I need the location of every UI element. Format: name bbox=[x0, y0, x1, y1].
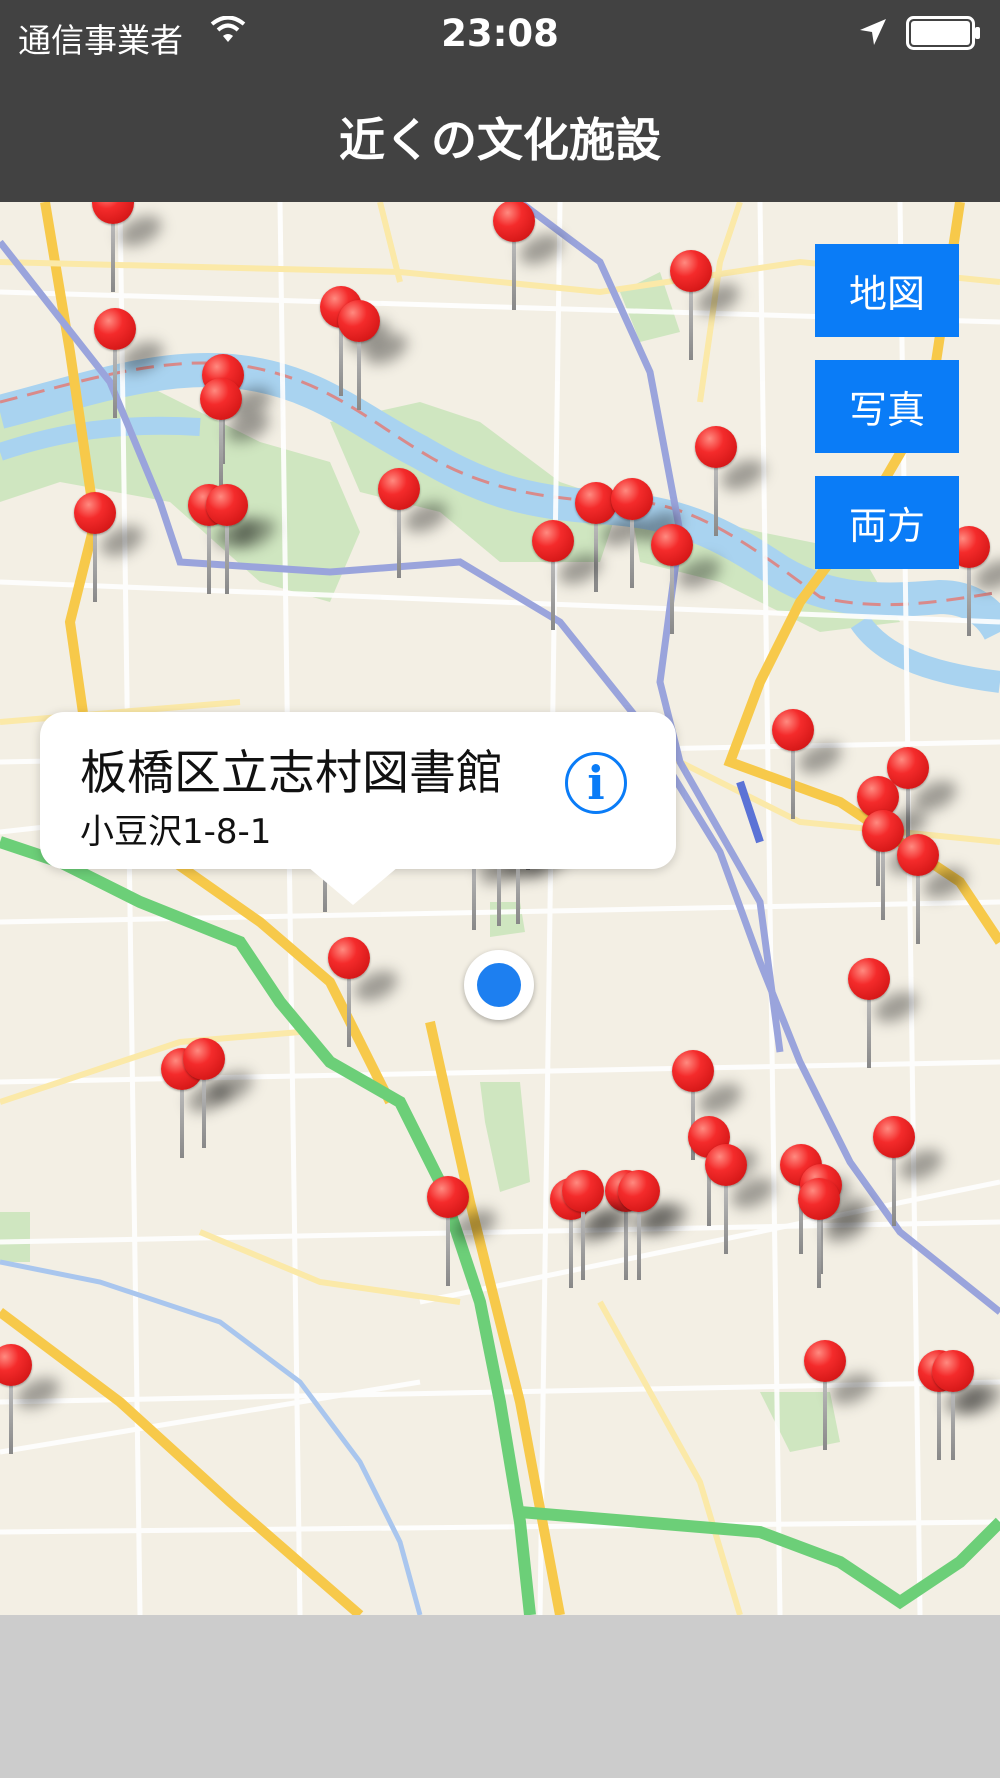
map-view[interactable]: 地図 写真 両方 板橋区立志村図書館 小豆沢1-8-1 i bbox=[0, 202, 1000, 1615]
pin-head bbox=[0, 1344, 32, 1386]
pin-head bbox=[695, 426, 737, 468]
facility-address: 小豆沢1-8-1 bbox=[80, 812, 272, 852]
bottom-panel bbox=[0, 1615, 1000, 1778]
pin-head bbox=[618, 1170, 660, 1212]
map-pin[interactable] bbox=[532, 520, 607, 630]
pin-head bbox=[427, 1176, 469, 1218]
map-pin[interactable] bbox=[338, 300, 413, 410]
pin-head bbox=[897, 834, 939, 876]
callout-arrow bbox=[308, 867, 398, 905]
pin-head bbox=[338, 300, 380, 342]
pin-head bbox=[94, 308, 136, 350]
facility-name: 板橋区立志村図書館 bbox=[80, 746, 503, 801]
map-pin[interactable] bbox=[0, 1344, 65, 1454]
map-pin[interactable] bbox=[618, 1170, 693, 1280]
battery-icon bbox=[906, 16, 982, 54]
status-bar: 通信事業者 23:08 bbox=[0, 0, 1000, 68]
pin-head bbox=[798, 1178, 840, 1220]
map-pin[interactable] bbox=[848, 958, 923, 1068]
pin-head bbox=[772, 709, 814, 751]
pin-head bbox=[672, 1050, 714, 1092]
pin-head bbox=[532, 520, 574, 562]
pin-head bbox=[670, 250, 712, 292]
map-pin[interactable] bbox=[92, 202, 167, 292]
map-pin[interactable] bbox=[493, 202, 568, 310]
pin-head bbox=[932, 1350, 974, 1392]
pin-head bbox=[206, 484, 248, 526]
map-pin[interactable] bbox=[378, 468, 453, 578]
pin-head bbox=[74, 492, 116, 534]
map-pin[interactable] bbox=[427, 1176, 502, 1286]
pin-head bbox=[873, 1116, 915, 1158]
photo-mode-button[interactable]: 写真 bbox=[815, 360, 959, 453]
pin-head bbox=[183, 1038, 225, 1080]
map-pin[interactable] bbox=[695, 426, 770, 536]
pin-head bbox=[705, 1144, 747, 1186]
pin-head bbox=[200, 378, 242, 420]
map-pin[interactable] bbox=[94, 308, 169, 418]
pin-head bbox=[848, 958, 890, 1000]
map-mode-button[interactable]: 地図 bbox=[815, 244, 959, 337]
current-location-marker bbox=[464, 950, 534, 1020]
map-pin[interactable] bbox=[772, 709, 847, 819]
location-arrow-icon bbox=[858, 17, 888, 51]
pin-head bbox=[378, 468, 420, 510]
pin-head bbox=[328, 937, 370, 979]
map-pin[interactable] bbox=[670, 250, 745, 360]
map-pin[interactable] bbox=[183, 1038, 258, 1148]
map-pin[interactable] bbox=[74, 492, 149, 602]
navigation-bar: 近くの文化施設 bbox=[0, 68, 1000, 202]
pin-callout[interactable]: 板橋区立志村図書館 小豆沢1-8-1 i bbox=[40, 712, 676, 905]
map-pin[interactable] bbox=[804, 1340, 879, 1450]
info-icon[interactable]: i bbox=[565, 752, 627, 814]
map-pin[interactable] bbox=[798, 1178, 873, 1288]
map-pin[interactable] bbox=[206, 484, 281, 594]
map-pin[interactable] bbox=[873, 1116, 948, 1226]
both-mode-button[interactable]: 両方 bbox=[815, 476, 959, 569]
map-pin[interactable] bbox=[705, 1144, 780, 1254]
pin-head bbox=[651, 524, 693, 566]
clock: 23:08 bbox=[441, 12, 559, 55]
map-pin[interactable] bbox=[897, 834, 972, 944]
pin-head bbox=[493, 202, 535, 242]
pin-head bbox=[611, 478, 653, 520]
pin-head bbox=[804, 1340, 846, 1382]
map-pin[interactable] bbox=[328, 937, 403, 1047]
map-pin[interactable] bbox=[562, 1170, 637, 1280]
pin-head bbox=[92, 202, 134, 224]
map-pin[interactable] bbox=[932, 1350, 1000, 1460]
pin-head bbox=[562, 1170, 604, 1212]
map-pin[interactable] bbox=[651, 524, 726, 634]
page-title: 近くの文化施設 bbox=[339, 113, 661, 167]
map-pin[interactable] bbox=[200, 378, 275, 488]
